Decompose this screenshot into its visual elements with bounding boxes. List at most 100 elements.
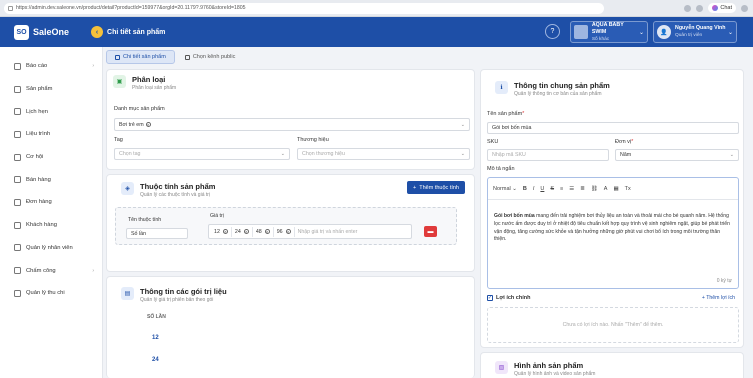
chip-label: Bơi trẻ em	[119, 121, 144, 128]
help-button[interactable]: ?	[545, 24, 560, 39]
menu-icon[interactable]	[741, 4, 748, 12]
section-title: Thông tin các gói trị liệu	[140, 287, 227, 296]
table-row: 12	[152, 335, 159, 341]
sidebar-item-staff[interactable]: Quản lý nhân viên	[0, 237, 102, 260]
page-title: Chi tiết sản phẩm	[107, 28, 166, 36]
description-editor[interactable]: Normal ⌄ B I U S ≡ ☰ ≣ ⛓ A ▦ Tx Gói bơi …	[487, 177, 739, 289]
chevron-down-icon: ⌄	[280, 151, 285, 157]
attribute-name-label: Tên thuộc tính	[128, 217, 162, 223]
sidebar-item-products[interactable]: Sản phẩm	[0, 78, 102, 101]
tab-product-detail[interactable]: Chi tiết sản phẩm	[106, 50, 175, 64]
cart-icon	[14, 176, 21, 184]
bold-icon[interactable]: B	[523, 186, 527, 192]
add-attribute-button[interactable]: + Thêm thuộc tính	[407, 181, 465, 194]
sku-placeholder: Nhập mã SKU	[492, 152, 526, 158]
sku-input[interactable]: Nhập mã SKU	[487, 149, 609, 161]
tab-public-channel[interactable]: Chọn kênh public	[177, 50, 244, 64]
category-select[interactable]: Bơi trẻ em × ⌄	[114, 118, 470, 131]
unit-select[interactable]: Năm ⌄	[615, 149, 739, 161]
store-name: AQUA BABY SWIM	[591, 21, 624, 35]
value-chip-label: 48	[255, 228, 262, 235]
italic-icon[interactable]: I	[533, 186, 535, 192]
sidebar-item-sales[interactable]: Bán hàng	[0, 168, 102, 191]
sidebar-item-label: Bán hàng	[26, 176, 51, 183]
remove-value-icon[interactable]: ×	[243, 229, 249, 234]
sidebar-item-opportunities[interactable]: Cơ hội	[0, 146, 102, 169]
tab-label: Chọn kênh public	[192, 54, 236, 60]
sidebar-item-customers[interactable]: Khách hàng	[0, 214, 102, 237]
product-icon	[14, 85, 21, 93]
sidebar-item-label: Sản phẩm	[26, 86, 53, 93]
logo[interactable]: SO	[14, 24, 29, 40]
product-name-label: Tên sản phẩm*	[487, 111, 525, 117]
ordered-list-icon[interactable]: ≡	[560, 186, 563, 192]
section-subtitle: Quản lý giá trị phiên bản theo gói	[140, 297, 214, 303]
link-icon[interactable]: ⛓	[591, 186, 598, 192]
clipboard-icon	[14, 130, 21, 138]
url-text: https://admin.dev.saleone.vn/product/det…	[16, 5, 246, 11]
remove-value-icon[interactable]: ×	[285, 229, 291, 234]
add-benefit-button[interactable]: + Thêm lợi ích	[702, 295, 735, 301]
sidebar-item-finance[interactable]: Quản lý thu chi	[0, 282, 102, 305]
staff-icon	[14, 244, 21, 252]
editor-toolbar: Normal ⌄ B I U S ≡ ☰ ≣ ⛓ A ▦ Tx	[488, 178, 738, 200]
delete-attribute-button[interactable]: ▬	[424, 226, 437, 237]
brand-placeholder: Chọn thương hiệu	[302, 151, 345, 157]
description-label: Mô tả ngắn	[487, 166, 515, 172]
category-label: Danh mục sản phẩm	[114, 106, 165, 112]
chevron-right-icon: ›	[92, 63, 94, 70]
product-name-input[interactable]: Gói bơi bốn mùa	[487, 122, 739, 134]
tag-select[interactable]: Chọn tag ⌄	[114, 148, 290, 160]
package-icon: ▤	[121, 287, 134, 300]
bullet-list-icon[interactable]: ☰	[569, 186, 574, 192]
chevron-right-icon: ›	[92, 267, 94, 274]
section-subtitle: Phân loại sản phẩm	[132, 85, 177, 91]
chat-icon	[712, 5, 719, 11]
chevron-down-icon: ⌄	[460, 151, 465, 157]
section-subtitle: Quản lý thông tin cơ bản của sản phẩm	[514, 91, 602, 97]
chevron-down-icon: ⌄	[727, 29, 733, 36]
target-icon	[14, 153, 21, 161]
sidebar-item-reports[interactable]: Báo cáo ›	[0, 55, 102, 78]
calendar-icon	[14, 108, 21, 116]
image-icon: ▧	[495, 361, 508, 374]
remove-value-icon[interactable]: ×	[222, 229, 228, 234]
attribute-values-input[interactable]: 12 × 24 × 48 × 96 × Nhập giá trị và nhấn ent…	[208, 224, 412, 239]
store-switcher[interactable]: AQUA BABY SWIM Số khác ⌄	[570, 21, 648, 43]
user-menu[interactable]: 👤 Nguyễn Quang Vinh Quản trị viên ⌄	[653, 21, 737, 43]
chat-button[interactable]: Chat	[708, 3, 736, 13]
button-label: Thêm thuộc tính	[419, 184, 459, 191]
clock-icon	[14, 267, 21, 275]
trash-icon: ▬	[427, 228, 434, 235]
sidebar-item-appointments[interactable]: Lịch hẹn	[0, 100, 102, 123]
clear-format-icon[interactable]: Tx	[625, 186, 631, 192]
align-icon[interactable]: ≣	[580, 186, 585, 192]
sidebar-item-treatments[interactable]: Liệu trình	[0, 123, 102, 146]
chevron-down-icon: ⌄	[460, 121, 465, 128]
section-title: Hình ảnh sản phẩm	[514, 361, 584, 370]
remove-chip-icon[interactable]: ×	[145, 122, 151, 127]
profile-icon[interactable]	[696, 4, 704, 12]
description-text: Gói bơi bốn mùa mang đến trải nghiệm bơi…	[494, 213, 730, 243]
address-bar[interactable]: https://admin.dev.saleone.vn/product/det…	[4, 2, 604, 14]
remove-value-icon[interactable]: ×	[264, 229, 270, 234]
category-chip: Bơi trẻ em ×	[119, 122, 151, 128]
highlight-icon[interactable]: ▦	[613, 186, 618, 192]
sidebar-item-label: Liệu trình	[26, 131, 51, 138]
extension-icon[interactable]	[684, 4, 692, 12]
char-counter: 0 ký tự	[716, 278, 732, 284]
sidebar-item-attendance[interactable]: Chấm công ›	[0, 259, 102, 282]
font-color-icon[interactable]: A	[604, 186, 608, 192]
value-chip: 48 ×	[253, 226, 274, 237]
back-icon[interactable]: ‹	[91, 26, 104, 38]
brand-select[interactable]: Chọn thương hiệu ⌄	[297, 148, 470, 160]
sidebar: Báo cáo › Sản phẩm Lịch hẹn Liệu trình Cơ…	[0, 47, 103, 378]
sidebar-item-orders[interactable]: Đơn hàng	[0, 191, 102, 214]
document-icon	[115, 54, 120, 60]
value-chip: 24 ×	[232, 226, 253, 237]
tab-bar: Chi tiết sản phẩm Chọn kênh public	[106, 50, 243, 64]
underline-icon[interactable]: U	[540, 186, 544, 192]
strikethrough-icon[interactable]: S	[550, 186, 554, 192]
attribute-name-input[interactable]: Số lần	[126, 228, 188, 239]
format-select[interactable]: Normal ⌄	[493, 186, 517, 192]
